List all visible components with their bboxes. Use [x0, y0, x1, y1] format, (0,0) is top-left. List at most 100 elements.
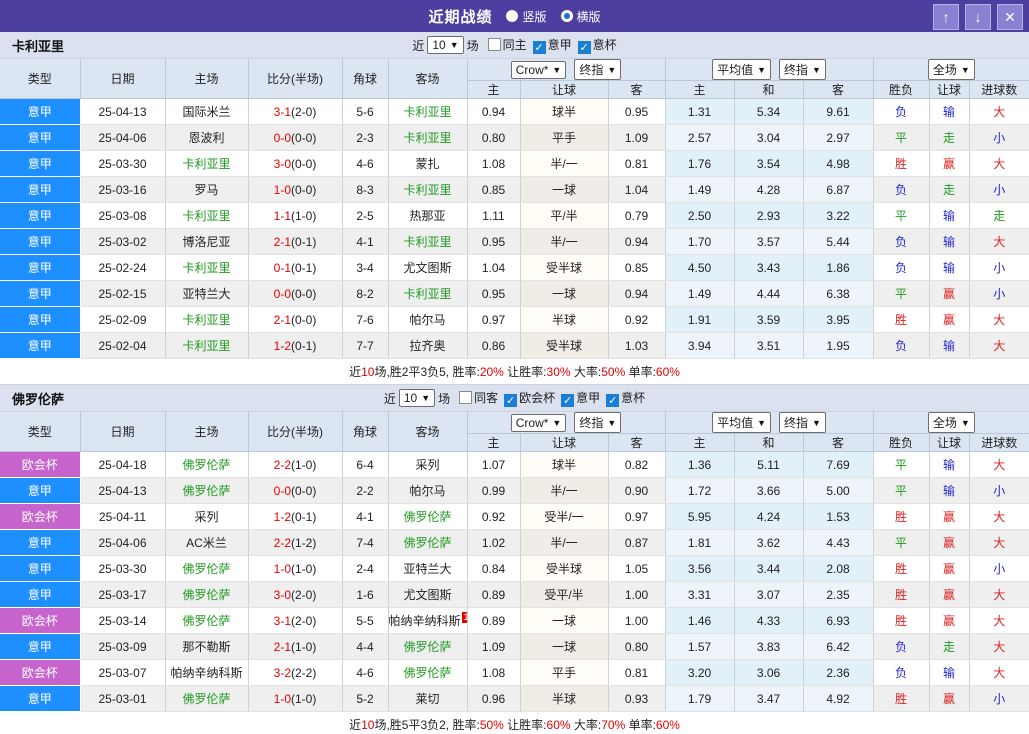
handicap-line: 平手: [520, 659, 609, 686]
table-row: 意甲 25-02-09 卡利亚里 2-1(0-0) 7-6 帕尔马 0.97 半球 0.92 1.…: [0, 306, 1029, 333]
fulltime-score: 1-2: [273, 509, 291, 524]
avg-home-odds: 1.79: [665, 685, 735, 712]
home-team: 佛罗伦萨: [165, 581, 249, 608]
avg-draw-odds: 3.51: [734, 332, 804, 359]
league-badge: 意甲: [0, 228, 81, 255]
table-row: 欧会杯 25-04-18 佛罗伦萨 2-2(1-0) 6-4 采列 1.07 球半 0.82 1.…: [0, 451, 1029, 478]
table-row: 意甲 25-02-15 亚特兰大 0-0(0-0) 8-2 卡利亚里 0.95 一球 0.94 1…: [0, 280, 1029, 307]
home-team: AC米兰: [165, 529, 249, 556]
away-odds: 0.92: [608, 306, 666, 333]
checkbox-label[interactable]: 意杯: [621, 391, 645, 405]
col-away: 客场: [388, 412, 468, 452]
final-index-select-2[interactable]: 终指 ▼: [779, 59, 826, 80]
halftime-score: (2-0): [291, 587, 317, 602]
away-odds: 0.93: [608, 685, 666, 712]
average-select[interactable]: 平均值 ▼: [712, 59, 772, 80]
odds-source-select[interactable]: Crow* ▼: [510, 413, 567, 432]
scope-select[interactable]: 全场 ▼: [927, 412, 975, 433]
score-cell: 0-0(0-0): [248, 477, 343, 504]
match-date: 25-03-02: [80, 228, 166, 255]
avg-home-odds: 1.31: [665, 98, 735, 125]
league-badge: 意甲: [0, 202, 81, 229]
handicap-line: 受平/半: [520, 581, 609, 608]
score-cell: 3-0(2-0): [248, 581, 343, 608]
final-index-select[interactable]: 终指 ▼: [574, 412, 622, 433]
result-wdl: 胜: [873, 555, 930, 582]
checkbox-label[interactable]: 同客: [474, 391, 498, 405]
avg-away-odds: 5.00: [803, 477, 874, 504]
final-index-select-2[interactable]: 终指 ▼: [779, 412, 826, 433]
summary-line: 近10场,胜2平3负5, 胜率:20% 让胜率:30% 大率:50% 单率:60…: [0, 358, 1029, 385]
radio-unselected-icon[interactable]: [506, 10, 519, 22]
home-odds: 0.95: [467, 280, 521, 307]
result-handicap: 赢: [929, 306, 970, 333]
close-button[interactable]: ✕: [997, 4, 1023, 30]
checkbox-checked[interactable]: ✓: [504, 394, 518, 407]
score-cell: 3-1(2-0): [248, 98, 343, 125]
result-goals: 大: [969, 150, 1029, 177]
checkbox-label[interactable]: 意杯: [593, 38, 617, 52]
avg-draw-odds: 3.57: [734, 228, 804, 255]
result-wdl: 负: [873, 98, 930, 125]
score-cell: 0-0(0-0): [248, 280, 343, 307]
fulltime-score: 2-1: [273, 234, 291, 249]
col-type: 类型: [0, 412, 81, 452]
checkbox-checked[interactable]: ✓: [606, 394, 620, 407]
halftime-score: (0-0): [291, 130, 317, 145]
checkbox-checked[interactable]: ✓: [532, 41, 546, 54]
home-odds: 0.99: [467, 477, 521, 504]
match-date: 25-03-08: [80, 202, 166, 229]
radio-selected-icon[interactable]: [560, 10, 573, 22]
home-team: 佛罗伦萨: [165, 555, 249, 582]
final-index-select[interactable]: 终指 ▼: [574, 59, 622, 80]
fulltime-score: 3-0: [273, 587, 291, 602]
move-down-button[interactable]: ↓: [965, 4, 991, 30]
scope-select[interactable]: 全场 ▼: [927, 59, 975, 80]
avg-draw-odds: 4.24: [734, 503, 804, 530]
league-badge: 意甲: [0, 685, 81, 712]
avg-draw-odds: 3.47: [734, 685, 804, 712]
col-type: 类型: [0, 59, 81, 99]
move-up-button[interactable]: ↑: [933, 4, 959, 30]
handicap-line: 半/一: [520, 529, 609, 556]
result-wdl: 平: [873, 477, 930, 504]
match-count-select[interactable]: 10 ▼: [427, 36, 464, 54]
checkbox-label[interactable]: 同主: [503, 38, 527, 52]
match-date: 25-03-09: [80, 633, 166, 660]
chevron-down-icon: ▼: [960, 64, 970, 75]
odds-source-select[interactable]: Crow* ▼: [510, 60, 567, 79]
match-date: 25-04-06: [80, 529, 166, 556]
checkbox-checked[interactable]: ✓: [577, 41, 591, 54]
match-date: 25-04-11: [80, 503, 166, 530]
score-cell: 2-1(0-0): [248, 306, 343, 333]
fulltime-score: 0-0: [273, 286, 291, 301]
handicap-line: 半球: [520, 685, 609, 712]
away-odds: 1.00: [608, 607, 666, 634]
away-team: 卡利亚里: [388, 280, 468, 307]
avg-home-odds: 4.50: [665, 254, 735, 281]
checkbox-checked[interactable]: ✓: [561, 394, 575, 407]
halftime-score: (0-1): [291, 338, 317, 353]
filter-suffix-label: 场: [438, 391, 451, 406]
checkbox-unchecked[interactable]: [487, 38, 501, 51]
avg-draw-odds: 2.93: [734, 202, 804, 229]
titlebar: 近期战绩 竖版 横版 ↑ ↓ ✕: [0, 0, 1029, 32]
halftime-score: (0-0): [291, 156, 317, 171]
table-row: 欧会杯 25-03-07 帕纳辛纳科斯 3-2(2-2) 4-6 佛罗伦萨 1.08 平手 0.…: [0, 659, 1029, 686]
section-header-cagliari: 卡利亚里 近 10 ▼ 场 同主 ✓ 意甲 ✓ 意杯: [0, 32, 1029, 59]
checkbox-label[interactable]: 意甲: [576, 391, 600, 405]
radio-vertical-layout[interactable]: 竖版: [506, 8, 547, 25]
average-select[interactable]: 平均值 ▼: [712, 412, 772, 433]
radio-horizontal-layout[interactable]: 横版: [560, 8, 601, 25]
radio-horizontal-label: 横版: [576, 9, 601, 24]
subcol-away-odds: 客: [608, 433, 666, 452]
home-team: 恩波利: [165, 124, 249, 151]
checkbox-label[interactable]: 意甲: [548, 38, 572, 52]
arrow-down-icon: ↓: [974, 9, 982, 25]
avg-away-odds: 9.61: [803, 98, 874, 125]
match-count-select[interactable]: 10 ▼: [398, 389, 436, 407]
corners: 4-6: [342, 659, 389, 686]
checkbox-unchecked[interactable]: [459, 391, 473, 404]
subcol-avg-away: 客: [803, 80, 874, 99]
checkbox-label[interactable]: 欧会杯: [519, 391, 555, 405]
